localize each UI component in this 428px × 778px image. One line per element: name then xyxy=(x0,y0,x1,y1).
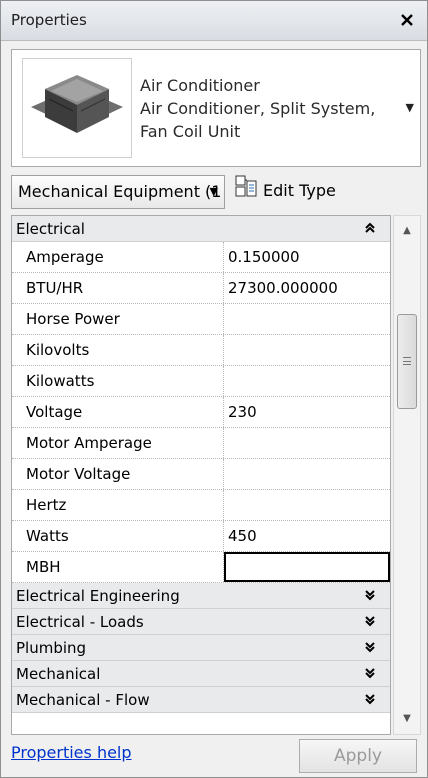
title-bar[interactable]: Properties xyxy=(1,1,427,41)
close-icon[interactable] xyxy=(395,6,419,34)
vertical-scrollbar[interactable]: ▲ ▼ xyxy=(393,215,421,735)
apply-button[interactable]: Apply xyxy=(299,739,417,773)
category-filter-value: Mechanical Equipment (1 xyxy=(18,182,222,201)
property-name: Motor Voltage xyxy=(12,459,224,489)
air-conditioner-icon xyxy=(22,58,132,158)
group-label: Mechanical - Flow xyxy=(16,691,150,709)
property-name: Watts xyxy=(12,521,224,551)
group-label: Mechanical xyxy=(16,665,101,683)
grip-icon xyxy=(403,357,411,366)
expand-icon[interactable] xyxy=(364,687,376,713)
group-electrical-engineering[interactable]: Electrical Engineering xyxy=(12,583,390,609)
property-row-btu-hr[interactable]: BTU/HR 27300.000000 xyxy=(12,273,390,304)
property-value[interactable]: 0.150000 xyxy=(224,242,390,272)
group-plumbing[interactable]: Plumbing xyxy=(12,635,390,661)
type-line-1: Air Conditioner, Split System, xyxy=(140,99,376,118)
scrollbar-thumb[interactable] xyxy=(397,313,417,410)
property-value-input[interactable] xyxy=(224,552,390,582)
edit-type-label: Edit Type xyxy=(263,181,336,200)
property-row-kilovolts[interactable]: Kilovolts xyxy=(12,335,390,366)
property-row-horse-power[interactable]: Horse Power xyxy=(12,304,390,335)
expand-icon[interactable] xyxy=(364,635,376,661)
property-row-hertz[interactable]: Hertz xyxy=(12,490,390,521)
window-title: Properties xyxy=(11,11,87,29)
property-row-mbh[interactable]: MBH xyxy=(12,552,390,583)
type-line-2: Fan Coil Unit xyxy=(140,122,241,141)
property-row-kilowatts[interactable]: Kilowatts xyxy=(12,366,390,397)
properties-palette: Properties Air Conditioner Air Condition… xyxy=(0,0,428,778)
property-value[interactable] xyxy=(224,335,390,365)
family-line: Air Conditioner xyxy=(140,76,260,95)
group-mechanical-flow[interactable]: Mechanical - Flow xyxy=(12,687,390,713)
property-value[interactable] xyxy=(224,459,390,489)
property-row-motor-voltage[interactable]: Motor Voltage xyxy=(12,459,390,490)
group-electrical[interactable]: Electrical xyxy=(12,216,390,242)
property-value[interactable] xyxy=(224,428,390,458)
expand-icon[interactable] xyxy=(364,609,376,635)
property-name: Kilovolts xyxy=(12,335,224,365)
type-selector[interactable]: Air Conditioner Air Conditioner, Split S… xyxy=(11,49,421,167)
group-label: Electrical - Loads xyxy=(16,613,144,631)
property-value[interactable] xyxy=(224,304,390,334)
chevron-down-icon[interactable]: ▼ xyxy=(406,101,414,114)
group-mechanical[interactable]: Mechanical xyxy=(12,661,390,687)
property-name: Voltage xyxy=(12,397,224,427)
property-row-motor-amperage[interactable]: Motor Amperage xyxy=(12,428,390,459)
property-row-watts[interactable]: Watts 450 xyxy=(12,521,390,552)
property-name: Horse Power xyxy=(12,304,224,334)
property-name: Motor Amperage xyxy=(12,428,224,458)
property-row-voltage[interactable]: Voltage 230 xyxy=(12,397,390,428)
expand-icon[interactable] xyxy=(364,661,376,687)
property-name: Hertz xyxy=(12,490,224,520)
properties-grid: Electrical Amperage 0.150000 BTU/HR 2730… xyxy=(11,215,391,735)
edit-type-button[interactable]: Edit Type xyxy=(235,175,423,209)
group-electrical-loads[interactable]: Electrical - Loads xyxy=(12,609,390,635)
group-label: Plumbing xyxy=(16,639,87,657)
group-label: Electrical xyxy=(16,220,85,238)
scroll-up-icon[interactable]: ▲ xyxy=(394,220,420,242)
property-name: MBH xyxy=(12,552,224,582)
property-value[interactable]: 230 xyxy=(224,397,390,427)
footer: Properties help Apply xyxy=(1,737,427,777)
property-value[interactable]: 450 xyxy=(224,521,390,551)
property-value[interactable] xyxy=(224,490,390,520)
property-value[interactable]: 27300.000000 xyxy=(224,273,390,303)
edit-type-icon xyxy=(235,175,257,208)
property-row-amperage[interactable]: Amperage 0.150000 xyxy=(12,242,390,273)
category-filter-dropdown[interactable]: Mechanical Equipment (1 ▼ xyxy=(11,175,225,209)
expand-icon[interactable] xyxy=(364,583,376,609)
collapse-icon[interactable] xyxy=(364,216,376,242)
property-name: Amperage xyxy=(12,242,224,272)
type-name: Air Conditioner Air Conditioner, Split S… xyxy=(140,74,375,143)
scroll-down-icon[interactable]: ▼ xyxy=(394,708,420,730)
property-name: BTU/HR xyxy=(12,273,224,303)
property-name: Kilowatts xyxy=(12,366,224,396)
group-label: Electrical Engineering xyxy=(16,587,180,605)
properties-help-link[interactable]: Properties help xyxy=(11,743,132,762)
property-value[interactable] xyxy=(224,366,390,396)
filter-row: Mechanical Equipment (1 ▼ Edit Type xyxy=(11,175,423,209)
chevron-down-icon: ▼ xyxy=(209,185,218,198)
